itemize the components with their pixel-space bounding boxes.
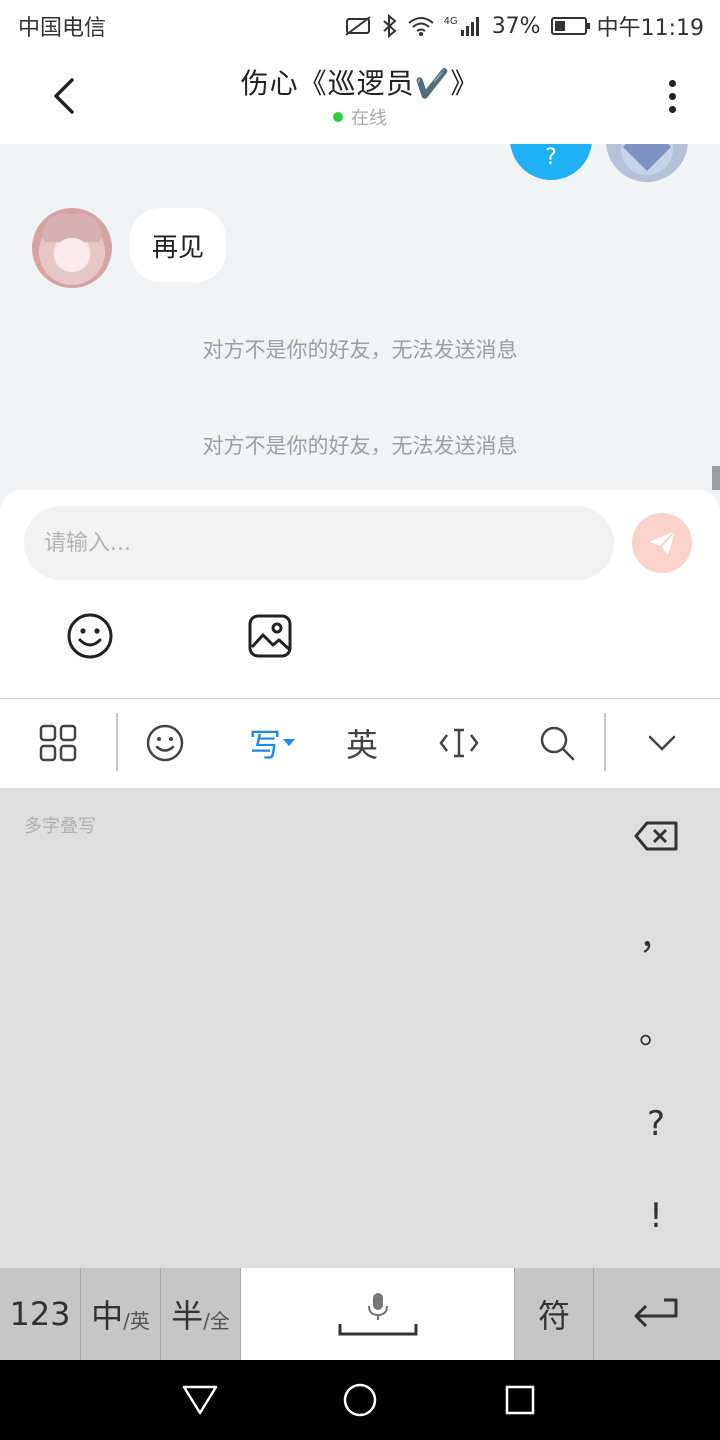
- width-key-sub: /全: [203, 1308, 230, 1333]
- emoji-button[interactable]: [64, 610, 116, 662]
- width-key-main: 半: [171, 1297, 204, 1335]
- width-toggle-key[interactable]: 半 /全: [161, 1268, 241, 1360]
- exclamation-key[interactable]: !: [620, 1180, 692, 1252]
- text-cursor-icon: [439, 728, 479, 758]
- enter-key[interactable]: [594, 1268, 720, 1360]
- smiley-icon: [146, 724, 184, 762]
- nav-recents-button[interactable]: [498, 1378, 542, 1422]
- ime-emoji-button[interactable]: [141, 719, 189, 767]
- send-plane-icon: [649, 530, 676, 555]
- send-button[interactable]: [632, 513, 692, 573]
- caret-down-icon: [283, 739, 295, 746]
- square-recents-icon: [505, 1385, 535, 1415]
- more-dot: [668, 105, 676, 113]
- chat-messages-area[interactable]: ? 再见 对方不是你的好友，无法发送消息 对方不是你的好友，无法发送消息: [0, 144, 720, 490]
- space-bar-icon: [338, 1324, 417, 1336]
- more-dot: [668, 79, 676, 87]
- language-key-main: 中: [91, 1297, 124, 1335]
- numbers-key[interactable]: 123: [0, 1268, 81, 1360]
- battery-percent: 37%: [491, 13, 541, 39]
- space-key[interactable]: [241, 1268, 515, 1360]
- image-icon: [248, 614, 292, 658]
- smiley-icon: [67, 613, 113, 659]
- system-navigation-bar: [0, 1360, 720, 1440]
- bluetooth-icon: [382, 14, 398, 38]
- message-text: 再见: [152, 232, 205, 263]
- language-toggle-key[interactable]: 中 /英: [81, 1268, 161, 1360]
- image-button[interactable]: [244, 610, 296, 662]
- enter-icon: [634, 1298, 678, 1328]
- wifi-icon: [407, 16, 434, 36]
- online-status-label: 在线: [351, 108, 387, 129]
- search-icon: [540, 726, 575, 761]
- circle-home-icon: [343, 1383, 377, 1417]
- language-key-sub: /英: [123, 1308, 150, 1333]
- backspace-button[interactable]: [620, 800, 692, 872]
- more-dot: [668, 92, 676, 100]
- ime-search-button[interactable]: [533, 719, 581, 767]
- more-options-button[interactable]: [652, 72, 692, 120]
- symbols-key[interactable]: 符: [515, 1268, 594, 1360]
- avatar-face: [54, 238, 90, 272]
- message-composer: [0, 490, 720, 698]
- page-title: 伤心《巡逻员✔️》: [240, 67, 480, 100]
- english-mode-label: 英: [345, 726, 378, 764]
- handwriting-hint: 多字叠写: [24, 816, 96, 837]
- microphone-icon: [367, 1293, 388, 1320]
- chevron-left-icon: [54, 78, 74, 114]
- system-message: 对方不是你的好友，无法发送消息: [202, 434, 518, 458]
- online-dot-icon: [333, 112, 343, 122]
- battery-icon: [550, 17, 590, 35]
- numbers-key-label: 123: [9, 1295, 71, 1333]
- header-title-block: 伤心《巡逻员✔️》 在线: [120, 62, 600, 130]
- scrollbar-thumb[interactable]: [712, 466, 720, 490]
- triangle-back-icon: [182, 1385, 218, 1415]
- hide-keyboard-button[interactable]: [638, 719, 686, 767]
- no-sim-icon: [344, 15, 372, 37]
- keyboard-bottom-row: 123 中 /英 半 /全 符: [0, 1268, 720, 1360]
- english-mode-button[interactable]: 英: [338, 719, 386, 767]
- toolbar-divider: [604, 713, 606, 771]
- comma-key[interactable]: ，: [620, 898, 692, 970]
- handwriting-mode-label: 写: [248, 726, 281, 764]
- cursor-move-button[interactable]: [435, 719, 483, 767]
- my-avatar[interactable]: [606, 144, 688, 182]
- system-message: 对方不是你的好友，无法发送消息: [202, 338, 518, 362]
- chat-header: 伤心《巡逻员✔️》 在线: [0, 48, 720, 144]
- clock: 中午11:19: [596, 16, 704, 41]
- backspace-icon: [634, 821, 678, 851]
- back-button[interactable]: [40, 72, 88, 120]
- ime-toolbar: 写 英: [0, 698, 720, 788]
- contact-avatar[interactable]: [32, 208, 112, 288]
- ime-menu-button[interactable]: [34, 719, 82, 767]
- question-mark-key[interactable]: ?: [620, 1088, 692, 1160]
- message-input[interactable]: [24, 506, 614, 580]
- handwriting-pad[interactable]: 多字叠写 ， 。 ? !: [0, 788, 720, 1268]
- grid-icon: [39, 724, 77, 762]
- received-message-bubble[interactable]: 再见: [130, 208, 227, 282]
- period-key[interactable]: 。: [620, 992, 692, 1064]
- nav-back-button[interactable]: [178, 1378, 222, 1422]
- sent-message-bubble[interactable]: ?: [510, 144, 592, 180]
- nav-home-button[interactable]: [338, 1378, 382, 1422]
- symbols-key-label: 符: [537, 1297, 570, 1335]
- status-bar: 中国电信 4G 37% 中午11:19: [0, 0, 720, 48]
- toolbar-divider: [116, 713, 118, 771]
- status-icons: 4G 37% 中午11:19: [344, 10, 704, 42]
- sent-message-text: ?: [545, 145, 557, 170]
- carrier-name: 中国电信: [18, 16, 107, 41]
- signal-icon: 4G: [444, 16, 482, 36]
- network-type: 4G: [443, 16, 458, 27]
- chevron-down-icon: [648, 735, 676, 751]
- handwriting-mode-button[interactable]: 写: [244, 719, 300, 767]
- online-status: 在线: [120, 104, 600, 130]
